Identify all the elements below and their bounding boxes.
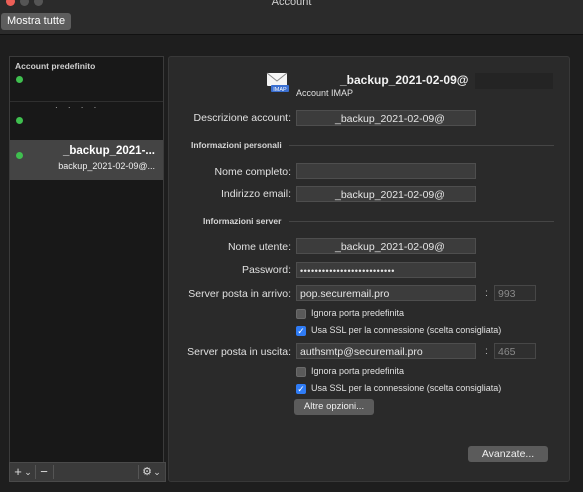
username-field[interactable]: _backup_2021-02-09@ <box>296 238 476 254</box>
show-all-button[interactable]: Mostra tutte <box>1 13 72 30</box>
title-bar: Account <box>0 0 583 10</box>
outgoing-server-label: Server posta in uscita: <box>187 346 291 358</box>
account-list-toolbar: + ⌄ − ⚙ ⌄ <box>9 462 166 482</box>
incoming-server-label: Server posta in arrivo: <box>188 288 291 300</box>
port-separator: : <box>485 287 488 299</box>
separator <box>53 465 54 479</box>
use-ssl-label: Usa SSL per la connessione (scelta consi… <box>311 383 502 393</box>
redacted-name: · · · · <box>55 103 101 112</box>
divider <box>289 221 554 222</box>
separator <box>138 465 139 479</box>
separator <box>35 465 36 479</box>
description-label: Descrizione account: <box>193 112 291 124</box>
selected-account-email: backup_2021-02-09@... <box>58 161 155 171</box>
outgoing-port-field[interactable]: 465 <box>494 343 536 359</box>
account-status-dot <box>16 117 23 124</box>
ignore-default-port-label: Ignora porta predefinita <box>311 366 405 376</box>
account-title: _backup_2021-02-09@ <box>340 73 469 87</box>
use-ssl-checkbox[interactable]: ✓ <box>296 384 306 394</box>
ignore-default-port-checkbox[interactable] <box>296 367 306 377</box>
redacted-text <box>475 73 553 89</box>
remove-account-button[interactable]: − <box>37 463 51 481</box>
incoming-port-field[interactable]: 993 <box>494 285 536 301</box>
account-details-panel: IMAP _backup_2021-02-09@ Account IMAP De… <box>168 56 570 482</box>
divider <box>289 145 554 146</box>
account-list: Account predefinito · · · · _backup_2021… <box>9 56 164 464</box>
outgoing-server-field[interactable]: authsmtp@securemail.pro <box>296 343 476 359</box>
email-label: Indirizzo email: <box>220 188 291 200</box>
selected-account-name: _backup_2021-... <box>62 145 155 157</box>
ignore-default-port-checkbox[interactable] <box>296 309 306 319</box>
use-ssl-label: Usa SSL per la connessione (scelta consi… <box>311 325 502 335</box>
full-name-field[interactable] <box>296 163 476 179</box>
incoming-server-field[interactable]: pop.securemail.pro <box>296 285 476 301</box>
username-label: Nome utente: <box>227 241 291 253</box>
account-list-item-selected[interactable]: _backup_2021-... backup_2021-02-09@... <box>10 140 163 180</box>
window-title: Account <box>271 0 312 8</box>
mail-icon: IMAP <box>266 72 289 93</box>
ignore-default-port-label: Ignora porta predefinita <box>311 308 405 318</box>
account-status-dot <box>16 152 23 159</box>
personal-info-header: Informazioni personali <box>191 140 282 150</box>
description-field[interactable]: _backup_2021-02-09@ <box>296 110 476 126</box>
email-field[interactable]: _backup_2021-02-09@ <box>296 186 476 202</box>
password-field[interactable]: •••••••••••••••••••••••••• <box>296 262 476 278</box>
use-ssl-checkbox[interactable]: ✓ <box>296 326 306 336</box>
chevron-down-icon[interactable]: ⌄ <box>23 463 33 481</box>
advanced-button[interactable]: Avanzate... <box>468 446 548 462</box>
chevron-down-icon[interactable]: ⌄ <box>152 463 162 481</box>
password-label: Password: <box>241 264 291 276</box>
account-list-item[interactable]: · · · · <box>10 102 163 139</box>
port-separator: : <box>485 345 488 357</box>
default-account-header: Account predefinito <box>15 61 96 71</box>
server-info-header: Informazioni server <box>203 216 282 226</box>
toolbar <box>0 10 583 35</box>
imap-badge: IMAP <box>273 87 287 93</box>
account-status-dot <box>16 76 23 83</box>
more-options-button[interactable]: Altre opzioni... <box>294 399 374 415</box>
default-account-section[interactable]: Account predefinito <box>10 57 163 101</box>
account-type: Account IMAP <box>296 88 354 98</box>
full-name-label: Nome completo: <box>214 166 291 178</box>
